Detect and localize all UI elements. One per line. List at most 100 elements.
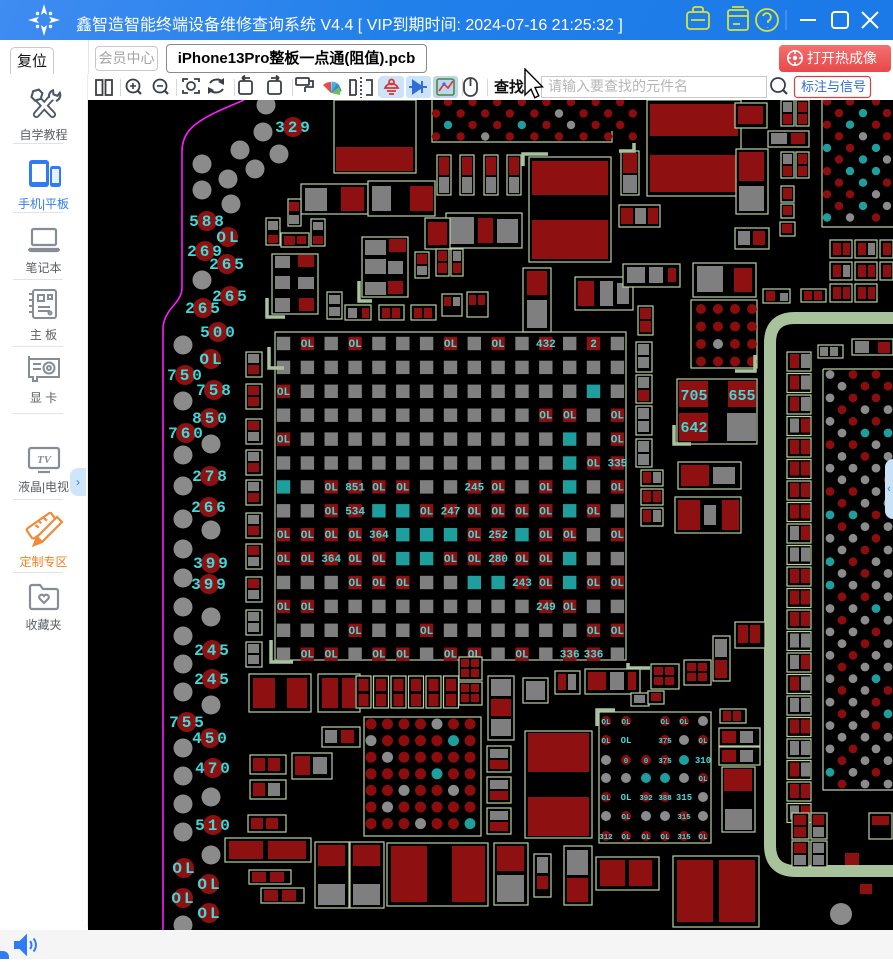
svg-text:OL: OL bbox=[621, 814, 631, 822]
svg-text:315: 315 bbox=[677, 814, 691, 822]
svg-text:OL: OL bbox=[491, 506, 505, 518]
svg-text:247: 247 bbox=[441, 506, 461, 518]
svg-text:OL: OL bbox=[396, 578, 410, 590]
svg-text:OL: OL bbox=[444, 339, 458, 351]
svg-text:OL: OL bbox=[621, 736, 632, 746]
svg-text:388: 388 bbox=[658, 795, 672, 803]
svg-text:OL: OL bbox=[539, 411, 553, 423]
svg-text:OL: OL bbox=[301, 554, 315, 566]
svg-text:0: 0 bbox=[644, 758, 649, 766]
svg-text:245: 245 bbox=[464, 482, 484, 494]
svg-text:OL: OL bbox=[621, 793, 632, 803]
svg-text:OL: OL bbox=[611, 411, 625, 423]
svg-text:OL: OL bbox=[539, 482, 553, 494]
svg-text:OL: OL bbox=[698, 834, 708, 842]
svg-text:OL: OL bbox=[563, 602, 577, 614]
svg-text:0: 0 bbox=[624, 758, 629, 766]
svg-text:OL: OL bbox=[444, 650, 458, 662]
svg-text:758: 758 bbox=[196, 382, 234, 400]
svg-text:392: 392 bbox=[639, 795, 653, 803]
svg-text:851: 851 bbox=[345, 482, 365, 494]
svg-text:500: 500 bbox=[200, 324, 238, 342]
svg-text:OL: OL bbox=[563, 530, 577, 542]
svg-text:245: 245 bbox=[194, 642, 232, 660]
svg-text:OL: OL bbox=[444, 554, 458, 566]
svg-text:OL: OL bbox=[587, 459, 601, 471]
svg-text:OL: OL bbox=[611, 435, 625, 447]
svg-text:OL: OL bbox=[539, 578, 553, 590]
svg-text:OL: OL bbox=[587, 506, 601, 518]
svg-text:252: 252 bbox=[488, 530, 508, 542]
svg-text:364: 364 bbox=[321, 554, 341, 566]
svg-text:OL: OL bbox=[601, 795, 611, 803]
svg-text:OL: OL bbox=[372, 650, 386, 662]
svg-text:OL: OL bbox=[698, 738, 708, 746]
svg-text:243: 243 bbox=[512, 578, 532, 590]
svg-text:TV: TV bbox=[36, 454, 52, 466]
svg-text:249: 249 bbox=[536, 602, 556, 614]
svg-text:OL: OL bbox=[491, 482, 505, 494]
svg-text:OL: OL bbox=[277, 602, 291, 614]
svg-text:OL: OL bbox=[611, 626, 625, 638]
svg-text:336: 336 bbox=[560, 650, 580, 662]
svg-text:OL: OL bbox=[396, 650, 410, 662]
svg-text:OL: OL bbox=[515, 506, 529, 518]
svg-text:OL: OL bbox=[698, 776, 708, 784]
svg-text:OL: OL bbox=[660, 834, 670, 842]
svg-text:266: 266 bbox=[191, 499, 229, 517]
svg-text:OL: OL bbox=[679, 719, 689, 727]
svg-text:请输入要查找的元件名: 请输入要查找的元件名 bbox=[548, 78, 688, 94]
svg-text:OL: OL bbox=[372, 482, 386, 494]
svg-text:查找: 查找 bbox=[494, 78, 524, 96]
svg-text:OL: OL bbox=[325, 650, 339, 662]
svg-text:OL: OL bbox=[372, 554, 386, 566]
svg-text:OL: OL bbox=[372, 578, 386, 590]
svg-text:245: 245 bbox=[194, 671, 232, 689]
svg-text:OL: OL bbox=[301, 602, 315, 614]
svg-text:705: 705 bbox=[680, 388, 707, 405]
svg-text:OL: OL bbox=[491, 339, 505, 351]
svg-text:OL: OL bbox=[587, 578, 601, 590]
svg-text:OL: OL bbox=[325, 482, 339, 494]
svg-text:标注与信号: 标注与信号 bbox=[801, 79, 866, 94]
svg-text:OL: OL bbox=[197, 905, 222, 923]
svg-text:364: 364 bbox=[369, 530, 389, 542]
svg-text:OL: OL bbox=[611, 530, 625, 542]
svg-text:OL: OL bbox=[621, 719, 631, 727]
svg-text:OL: OL bbox=[199, 351, 224, 369]
svg-text:315: 315 bbox=[676, 793, 692, 803]
svg-text:OL: OL bbox=[197, 876, 222, 894]
svg-text:432: 432 bbox=[536, 339, 556, 351]
svg-text:OL: OL bbox=[539, 554, 553, 566]
svg-text:265: 265 bbox=[209, 256, 247, 274]
svg-text:312: 312 bbox=[599, 834, 613, 842]
svg-text:OL: OL bbox=[539, 530, 553, 542]
svg-text:OL: OL bbox=[515, 554, 529, 566]
svg-text:450: 450 bbox=[192, 730, 230, 748]
svg-text:850: 850 bbox=[192, 410, 230, 428]
svg-text:OL: OL bbox=[348, 530, 362, 542]
svg-text:OL: OL bbox=[301, 530, 315, 542]
svg-text:OL: OL bbox=[420, 506, 434, 518]
svg-text:OL: OL bbox=[611, 482, 625, 494]
svg-text:OL: OL bbox=[468, 506, 482, 518]
svg-text:OL: OL bbox=[396, 482, 410, 494]
svg-text:OL: OL bbox=[348, 626, 362, 638]
svg-text:OL: OL bbox=[563, 411, 577, 423]
svg-text:399: 399 bbox=[191, 576, 229, 594]
svg-text:OL: OL bbox=[301, 650, 315, 662]
svg-text:OL: OL bbox=[515, 650, 529, 662]
svg-text:OL: OL bbox=[468, 554, 482, 566]
svg-text:336: 336 bbox=[584, 650, 604, 662]
svg-text:OL: OL bbox=[348, 554, 362, 566]
svg-text:OL: OL bbox=[348, 339, 362, 351]
svg-text:280: 280 bbox=[488, 554, 508, 566]
svg-text:510: 510 bbox=[195, 817, 233, 835]
svg-text:OL: OL bbox=[420, 626, 434, 638]
svg-text:375: 375 bbox=[658, 758, 672, 766]
svg-text:OL: OL bbox=[660, 719, 670, 727]
svg-text:470: 470 bbox=[195, 760, 233, 778]
svg-text:OL: OL bbox=[621, 834, 631, 842]
svg-text:OL: OL bbox=[277, 387, 291, 399]
svg-text:399: 399 bbox=[193, 555, 231, 573]
